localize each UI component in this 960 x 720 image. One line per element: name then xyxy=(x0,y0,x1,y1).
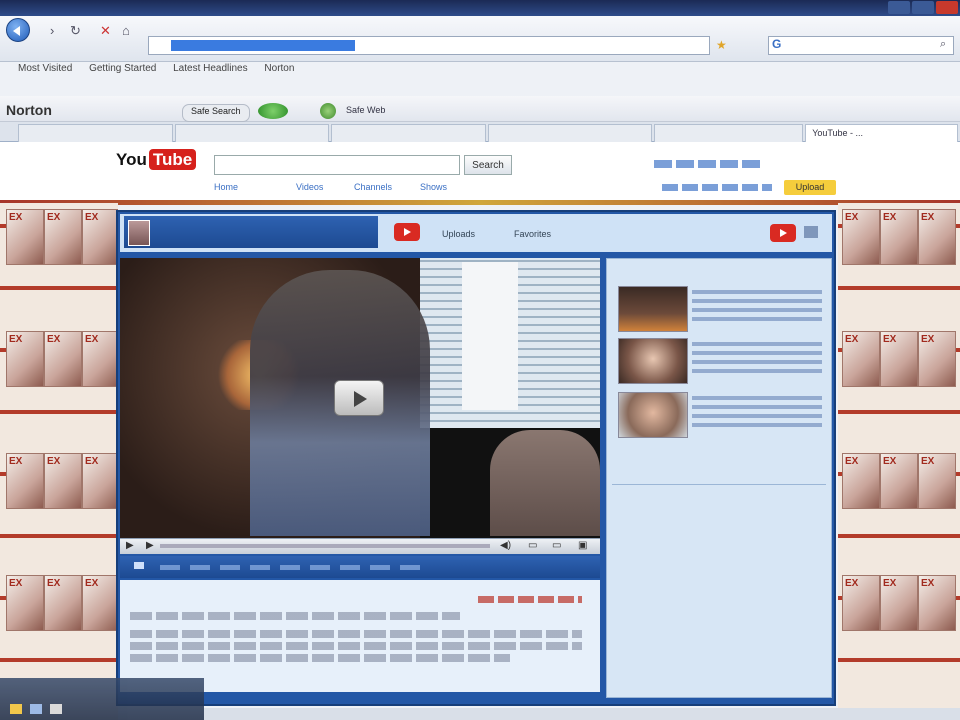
description-line xyxy=(130,630,582,638)
channel-background-left: EX EX EX EX EX EX EX EX EX EX EX EX xyxy=(0,203,118,720)
windows-taskbar xyxy=(0,678,204,720)
subscriber-thumbnail[interactable] xyxy=(618,338,688,384)
quality-icon[interactable]: ▭ xyxy=(528,540,537,551)
next-icon[interactable]: ▶ xyxy=(146,540,154,551)
google-icon: G xyxy=(772,37,782,51)
channel-avatar[interactable] xyxy=(128,220,150,246)
browser-tab-active[interactable]: YouTube - ... xyxy=(805,124,958,143)
tab-strip: YouTube - ... xyxy=(0,122,960,143)
nav-channels[interactable]: Channels xyxy=(354,182,392,192)
channel-name-banner[interactable] xyxy=(124,216,378,248)
status-bar xyxy=(204,708,960,720)
logo-tube: Tube xyxy=(148,149,197,170)
address-bar-selection xyxy=(171,40,355,51)
taskbar-icon[interactable] xyxy=(50,704,62,714)
subscriber-thumbnail[interactable] xyxy=(618,392,688,438)
norton-label: Norton xyxy=(6,102,52,118)
sidebar-divider xyxy=(612,484,826,485)
browser-tab[interactable] xyxy=(174,124,330,143)
bookmark-item[interactable]: Norton xyxy=(264,63,294,74)
youtube-search-input[interactable] xyxy=(214,155,460,175)
bookmark-item[interactable]: Most Visited xyxy=(18,63,72,74)
channel-background-right: EX EX EX EX EX EX EX EX EX EX EX EX xyxy=(838,203,960,720)
bookmark-star-icon[interactable]: ★ xyxy=(716,38,727,52)
bookmark-item[interactable]: Getting Started xyxy=(89,63,156,74)
subscriber-text[interactable] xyxy=(692,290,822,326)
play-icon[interactable] xyxy=(334,380,384,416)
browser-tab[interactable] xyxy=(18,124,173,143)
search-engine-box[interactable] xyxy=(768,36,954,55)
close-button[interactable] xyxy=(936,1,958,14)
safe-web-button[interactable]: Safe Web xyxy=(338,104,393,120)
norton-status-icon xyxy=(258,103,288,119)
browser-tab[interactable] xyxy=(654,124,804,143)
channel-background-border xyxy=(0,200,960,205)
norton-toolbar xyxy=(0,96,960,122)
volume-icon[interactable]: ◀) xyxy=(500,540,511,551)
youtube-logo[interactable]: You Tube xyxy=(116,149,197,170)
user-menu[interactable] xyxy=(654,160,764,168)
home-icon[interactable]: ⌂ xyxy=(122,23,130,38)
safe-search-button[interactable]: Safe Search xyxy=(182,104,250,122)
browser-tab[interactable] xyxy=(488,124,653,143)
info-bar-links[interactable] xyxy=(160,565,430,570)
fullscreen-icon[interactable]: ▣ xyxy=(578,540,587,551)
minimize-button[interactable] xyxy=(888,1,910,14)
maximize-button[interactable] xyxy=(912,1,934,14)
youtube-icon[interactable] xyxy=(394,223,420,241)
nav-videos[interactable]: Videos xyxy=(296,182,323,192)
taskbar-icon[interactable] xyxy=(30,704,42,714)
widescreen-icon[interactable]: ▭ xyxy=(552,540,561,551)
account-links[interactable] xyxy=(662,184,772,191)
bookmark-item[interactable]: Latest Headlines xyxy=(173,63,248,74)
search-icon[interactable]: ⌕ xyxy=(940,38,946,51)
subscriber-text[interactable] xyxy=(692,342,822,378)
forward-arrow-icon[interactable]: › xyxy=(50,23,54,38)
seek-bar[interactable] xyxy=(160,544,490,548)
subscribe-icon[interactable] xyxy=(770,224,796,242)
description-line xyxy=(130,612,460,620)
stop-icon[interactable]: ✕ xyxy=(100,23,111,39)
safe-web-icon xyxy=(320,103,336,119)
message-icon[interactable] xyxy=(804,226,818,238)
bookmarks-bar: Most Visited Getting Started Latest Head… xyxy=(4,63,960,77)
browser-tab[interactable] xyxy=(331,124,487,143)
play-pause-icon[interactable]: ▶ xyxy=(126,540,134,551)
tab-favorites[interactable]: Favorites xyxy=(514,229,551,239)
taskbar-icon[interactable] xyxy=(10,704,22,714)
info-tab-icon[interactable] xyxy=(134,562,144,569)
reload-icon[interactable]: ↻ xyxy=(70,23,81,39)
video-frame-window-light xyxy=(462,262,518,410)
tab-uploads[interactable]: Uploads xyxy=(442,229,475,239)
subscriber-thumbnail[interactable] xyxy=(618,286,688,332)
back-arrow-icon[interactable] xyxy=(6,18,30,42)
video-meta xyxy=(478,596,582,603)
nav-shows[interactable]: Shows xyxy=(420,182,447,192)
video-frame-chair xyxy=(490,430,600,536)
description-line xyxy=(130,642,582,650)
description-line xyxy=(130,654,510,662)
logo-you: You xyxy=(116,150,147,169)
subscriber-text[interactable] xyxy=(692,396,822,432)
youtube-search-button[interactable]: Search xyxy=(464,155,512,175)
window-titlebar xyxy=(0,0,960,16)
upload-button[interactable]: Upload xyxy=(784,180,836,195)
nav-home[interactable]: Home xyxy=(214,182,238,192)
